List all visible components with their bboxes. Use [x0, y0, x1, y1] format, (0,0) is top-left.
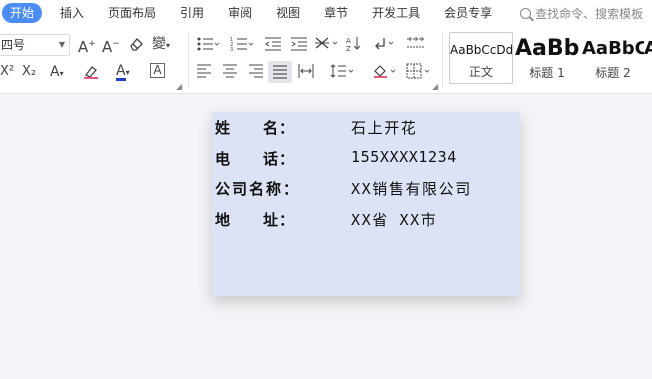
name-label: 姓 名： — [215, 119, 296, 137]
svg-text:Z: Z — [346, 45, 351, 51]
command-search[interactable]: 查找命令、搜索模板 — [520, 5, 643, 22]
clear-format-icon[interactable] — [128, 36, 144, 56]
font-size-select[interactable]: 四号 ▼ — [0, 34, 70, 56]
style-sample: A — [644, 38, 652, 59]
name-value: 石上开花 — [351, 119, 418, 137]
style-heading-1[interactable]: AaBb 标题 1 — [515, 32, 579, 84]
bullet-list-icon[interactable] — [196, 36, 220, 56]
align-right-icon[interactable] — [248, 63, 264, 83]
phone-value: 155XXXX1234 — [351, 148, 457, 166]
divider — [442, 32, 443, 88]
justify-icon[interactable] — [268, 61, 292, 83]
tab-insert[interactable]: 插入 — [48, 0, 96, 26]
menu-bar: 开始 插入 页面布局 引用 审阅 视图 章节 开发工具 会员专享 查找命令、搜索… — [0, 0, 652, 26]
font-size-value: 四号 — [1, 38, 26, 52]
search-icon — [520, 7, 532, 19]
style-sample: AaBb — [515, 36, 579, 61]
style-name: 标题 1 — [529, 66, 565, 80]
style-heading-2[interactable]: AaBbC 标题 2 — [581, 32, 645, 84]
ribbon-toolbar: 四号 ▼ A+ A− 變▾ X² X₂ A▾ A▾ A ◢ 123 AZ ◢ A… — [0, 26, 652, 94]
divider — [188, 32, 189, 88]
char-border-icon[interactable]: A — [150, 63, 165, 78]
grow-font-icon[interactable]: A+ — [78, 35, 96, 56]
subscript-icon[interactable]: X₂ — [22, 63, 36, 83]
font-dialog-launcher-icon[interactable]: ◢ — [176, 82, 182, 91]
phonetic-guide-icon[interactable]: 變▾ — [152, 35, 170, 55]
highlight-icon[interactable] — [82, 64, 102, 84]
tab-references[interactable]: 引用 — [168, 0, 216, 26]
font-color-icon[interactable]: A▾ — [116, 62, 130, 82]
increase-indent-icon[interactable] — [290, 36, 308, 56]
address-label: 地 址： — [215, 211, 296, 229]
address-value: XX省 XX市 — [351, 211, 438, 229]
tab-member[interactable]: 会员专享 — [432, 0, 504, 26]
style-sample: AaBbCcDd — [450, 43, 513, 57]
paragraph-dialog-launcher-icon[interactable]: ◢ — [432, 82, 438, 91]
svg-text:3: 3 — [230, 47, 233, 52]
decrease-indent-icon[interactable] — [264, 36, 282, 56]
row-name: 姓 名： 石上开花 — [212, 117, 520, 141]
row-address: 地 址： XX省 XX市 — [212, 209, 520, 233]
row-company: 公司名称： XX销售有限公司 — [212, 178, 520, 202]
style-heading-3[interactable]: A — [644, 32, 652, 84]
style-name: 正文 — [468, 65, 493, 79]
align-center-icon[interactable] — [222, 63, 238, 83]
svg-text:A: A — [346, 37, 351, 45]
borders-icon[interactable] — [406, 63, 432, 83]
distribute-icon[interactable] — [298, 63, 314, 83]
sort-icon[interactable]: AZ — [346, 35, 362, 55]
row-phone: 电 话： 155XXXX1234 — [212, 148, 520, 172]
tab-review[interactable]: 审阅 — [216, 0, 264, 26]
tab-page-layout[interactable]: 页面布局 — [96, 0, 168, 26]
chevron-down-icon: ▼ — [58, 40, 65, 49]
tab-section[interactable]: 章节 — [312, 0, 360, 26]
text-effect-icon[interactable]: A▾ — [50, 63, 64, 83]
search-placeholder: 查找命令、搜索模板 — [535, 6, 644, 21]
align-left-icon[interactable] — [196, 63, 212, 83]
business-card: 姓 名： 石上开花 电 话： 155XXXX1234 公司名称： XX销售有限公… — [212, 112, 520, 296]
tab-home[interactable]: 开始 — [2, 3, 43, 23]
shrink-font-icon[interactable]: A− — [102, 35, 120, 56]
company-value: XX销售有限公司 — [351, 180, 472, 198]
style-name: 标题 2 — [595, 66, 631, 80]
line-spacing-icon[interactable] — [330, 63, 356, 83]
superscript-icon[interactable]: X² — [0, 63, 14, 83]
style-normal[interactable]: AaBbCcDd 正文 — [449, 32, 513, 84]
tab-developer[interactable]: 开发工具 — [360, 0, 432, 26]
chinese-layout-icon[interactable] — [314, 35, 340, 55]
company-label: 公司名称： — [215, 180, 301, 198]
show-hide-marks-icon[interactable] — [372, 35, 396, 55]
style-sample: AaBbC — [582, 38, 645, 59]
tab-view[interactable]: 视图 — [264, 0, 312, 26]
shading-icon[interactable] — [372, 63, 398, 83]
table-grid-lines-icon[interactable] — [406, 35, 426, 55]
numbered-list-icon[interactable]: 123 — [230, 36, 254, 56]
phone-label: 电 话： — [215, 150, 296, 168]
